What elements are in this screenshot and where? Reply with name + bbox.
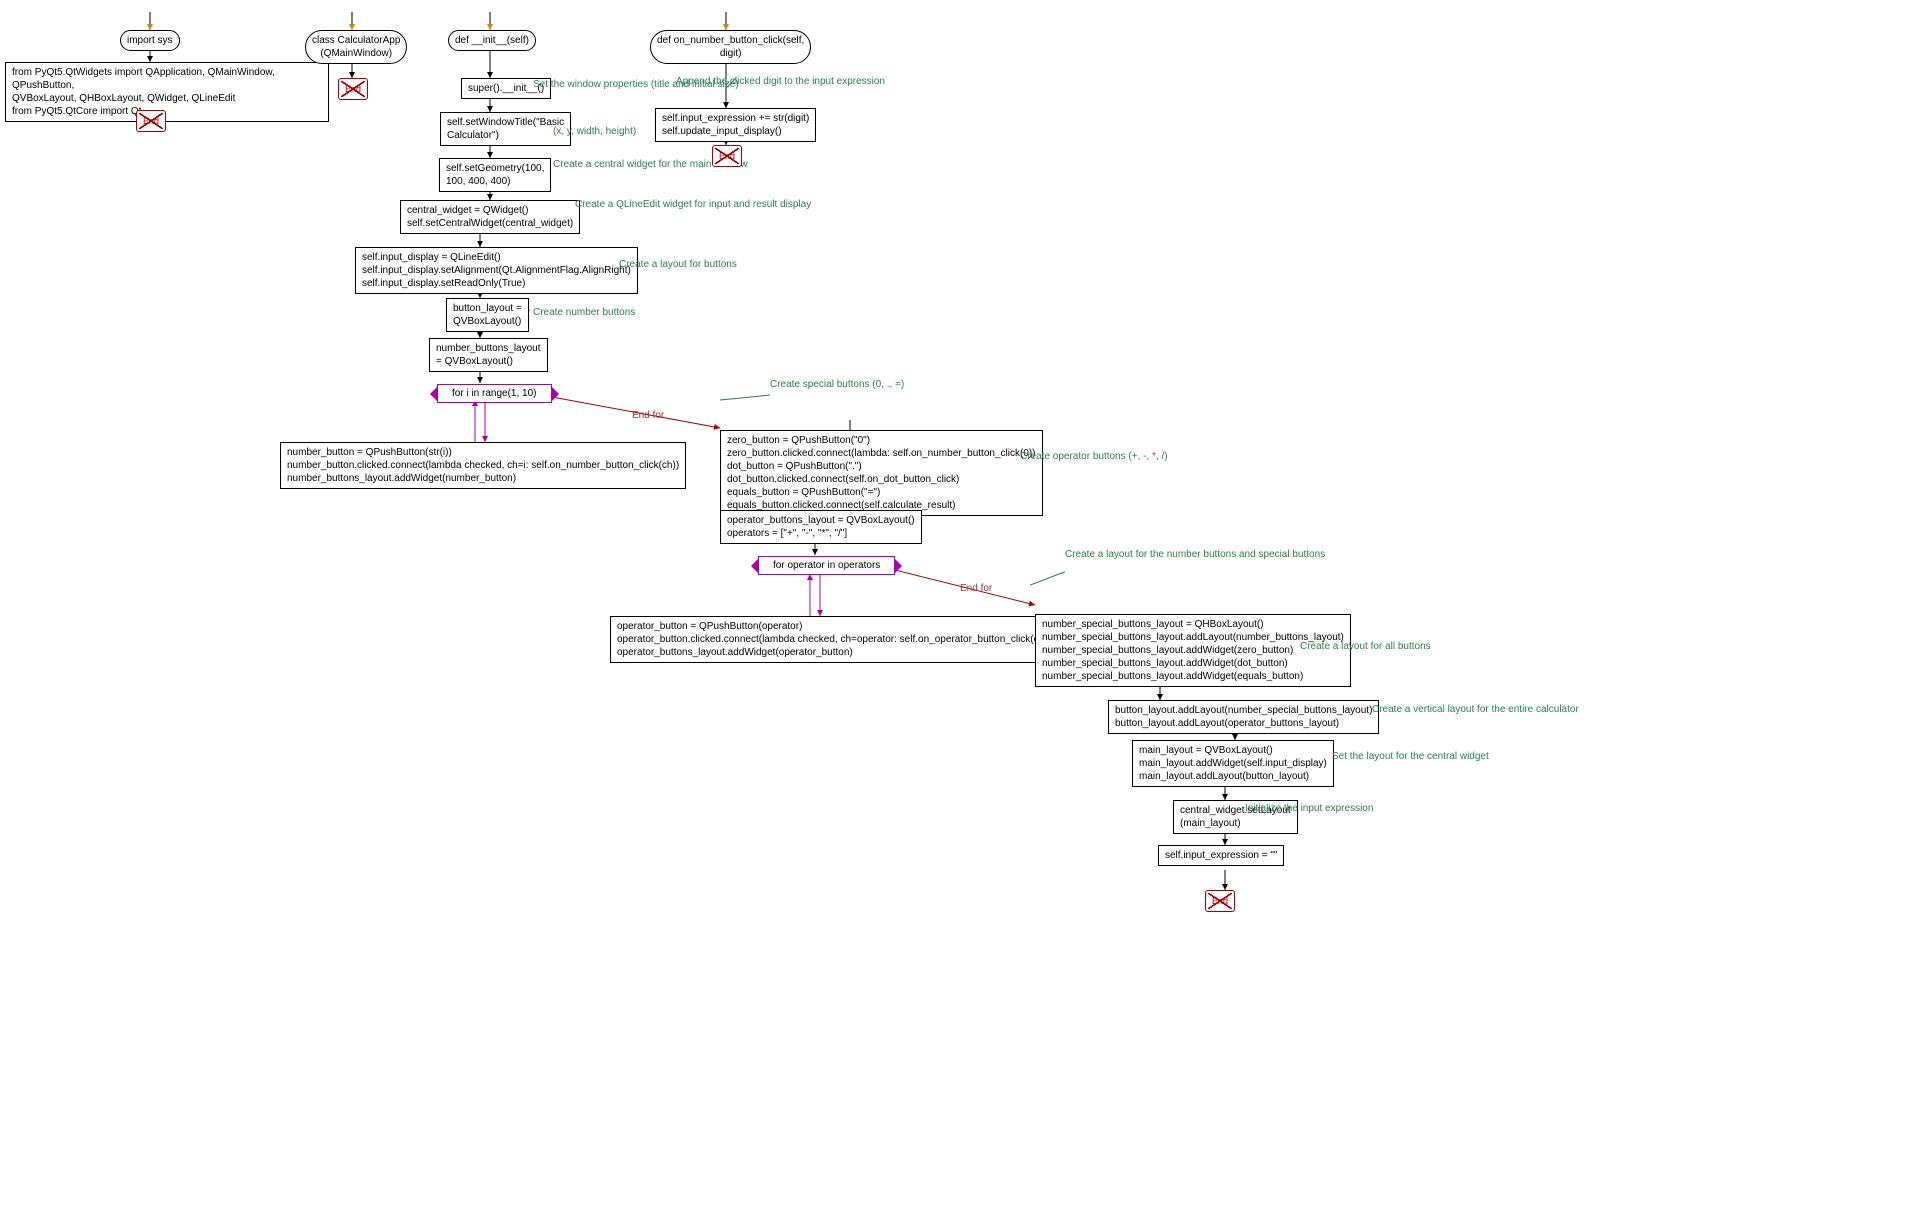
- main-layout: main_layout = QVBoxLayout() main_layout.…: [1132, 740, 1334, 787]
- start-import-sys: import sys: [120, 30, 180, 51]
- label: main_layout = QVBoxLayout() main_layout.…: [1139, 745, 1327, 782]
- comment-vertical-layout: Create a vertical layout for the entire …: [1372, 703, 1579, 716]
- append-digit: self.input_expression += str(digit) self…: [655, 108, 816, 142]
- operator-buttons-layout: operator_buttons_layout = QVBoxLayout() …: [720, 510, 922, 544]
- label: number_button = QPushButton(str(i)) numb…: [287, 447, 679, 484]
- number-buttons-layout: number_buttons_layout = QVBoxLayout(): [429, 338, 548, 372]
- label: self.input_expression += str(digit) self…: [662, 113, 809, 137]
- label: number_special_buttons_layout = QHBoxLay…: [1042, 619, 1344, 682]
- label: operator_buttons_layout = QVBoxLayout() …: [727, 515, 915, 539]
- input-expression-init: self.input_expression = "": [1158, 845, 1284, 866]
- comment-ns-layout: Create a layout for the number buttons a…: [1065, 548, 1325, 561]
- endfor1-label: End for: [632, 410, 664, 421]
- loop-for-i: for i in range(1, 10): [437, 384, 552, 403]
- end-col1: End: [136, 110, 166, 132]
- label: def __init__(self): [455, 35, 529, 46]
- comment-set-layout: Set the layout for the central widget: [1332, 750, 1489, 763]
- label: import sys: [127, 35, 173, 46]
- flowchart-canvas: import sys from PyQt5.QtWidgets import Q…: [0, 0, 1906, 1212]
- end-col4: End: [712, 145, 742, 167]
- label: End: [143, 116, 159, 126]
- start-init: def __init__(self): [448, 30, 536, 51]
- label: End: [345, 84, 361, 94]
- label: self.setGeometry(100, 100, 400, 400): [446, 163, 544, 187]
- label: zero_button = QPushButton("0") zero_butt…: [727, 435, 1036, 511]
- label: operator_button = QPushButton(operator) …: [617, 621, 1051, 658]
- label: button_layout.addLayout(number_special_b…: [1115, 705, 1372, 729]
- label: self.input_display = QLineEdit() self.in…: [362, 252, 631, 289]
- label: for i in range(1, 10): [452, 388, 537, 399]
- label: End: [1212, 896, 1228, 906]
- loop-for-operator: for operator in operators: [758, 556, 895, 575]
- comment-operator-buttons: Create operator buttons (+, -, *, /): [1020, 450, 1168, 463]
- label: self.input_expression = "": [1165, 850, 1277, 861]
- label: for operator in operators: [773, 560, 880, 571]
- start-class: class CalculatorApp (QMainWindow): [305, 30, 407, 64]
- comment-special-buttons: Create special buttons (0, ., =): [770, 378, 904, 391]
- endfor2-label: End for: [960, 583, 992, 594]
- start-on-number: def on_number_button_click(self, digit): [650, 30, 811, 64]
- label: End: [719, 151, 735, 161]
- input-display: self.input_display = QLineEdit() self.in…: [355, 247, 638, 294]
- comment-lineedit: Create a QLineEdit widget for input and …: [575, 198, 811, 211]
- loop2-body: operator_button = QPushButton(operator) …: [610, 616, 1058, 663]
- loop1-body: number_button = QPushButton(str(i)) numb…: [280, 442, 686, 489]
- comment-xywh: (x, y, width, height): [553, 125, 636, 138]
- central-widget: central_widget = QWidget() self.setCentr…: [400, 200, 580, 234]
- arrows-layer: [0, 0, 1906, 1212]
- comment-append-digit: Append the clicked digit to the input ex…: [676, 75, 885, 88]
- button-layout: button_layout = QVBoxLayout(): [446, 298, 529, 332]
- label: button_layout = QVBoxLayout(): [453, 303, 522, 327]
- label: def on_number_button_click(self, digit): [657, 35, 804, 59]
- button-layout-add: button_layout.addLayout(number_special_b…: [1108, 700, 1379, 734]
- imports-block: from PyQt5.QtWidgets import QApplication…: [5, 62, 329, 122]
- end-col3: End: [1205, 890, 1235, 912]
- label: class CalculatorApp (QMainWindow): [312, 35, 400, 59]
- end-col2: End: [338, 78, 368, 100]
- set-geometry: self.setGeometry(100, 100, 400, 400): [439, 158, 551, 192]
- label: number_buttons_layout = QVBoxLayout(): [436, 343, 541, 367]
- set-window-title: self.setWindowTitle("Basic Calculator"): [440, 112, 571, 146]
- label: central_widget = QWidget() self.setCentr…: [407, 205, 573, 229]
- comment-init-expr: Initialize the input expression: [1245, 802, 1373, 815]
- comment-all-buttons-layout: Create a layout for all buttons: [1300, 640, 1431, 653]
- comment-number-buttons: Create number buttons: [533, 306, 635, 319]
- label: self.setWindowTitle("Basic Calculator"): [447, 117, 564, 141]
- comment-button-layout: Create a layout for buttons: [619, 258, 737, 271]
- special-buttons: zero_button = QPushButton("0") zero_butt…: [720, 430, 1043, 516]
